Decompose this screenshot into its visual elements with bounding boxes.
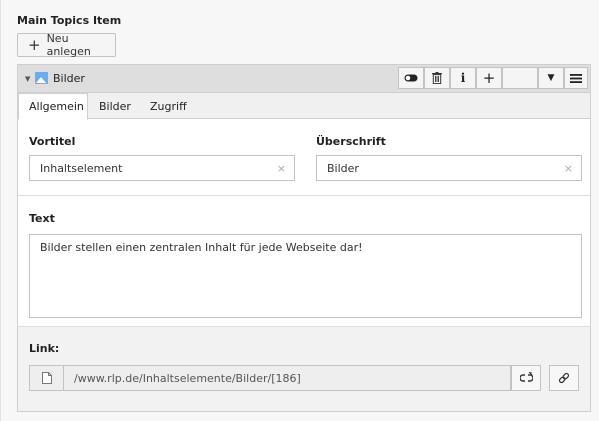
chevron-down-icon: ▼ (547, 73, 555, 83)
plus-icon: + (482, 69, 496, 87)
tab-bilder[interactable]: Bilder (89, 93, 141, 119)
new-item-button[interactable]: + Neu anlegen (17, 32, 116, 58)
text-label: Text (29, 212, 55, 225)
vortitel-label: Vortitel (29, 135, 76, 148)
ueberschrift-field[interactable]: Bilder × (316, 155, 582, 181)
clear-icon[interactable]: × (564, 162, 573, 175)
menu-button[interactable] (564, 67, 588, 89)
link-browser-button[interactable] (549, 365, 579, 391)
divider (18, 326, 590, 327)
trash-icon (432, 72, 442, 84)
section-title: Main Topics Item (17, 14, 122, 27)
move-handle[interactable] (502, 67, 538, 89)
panel-title: Bilder (53, 72, 85, 85)
toggle-icon (404, 74, 418, 82)
unlink-icon (519, 372, 533, 382)
panel-header[interactable]: ▼ Bilder i + ▼ (18, 65, 590, 93)
tab-zugriff[interactable]: Zugriff (140, 93, 197, 119)
info-button[interactable]: i (450, 67, 476, 89)
tab-bar: Allgemein Bilder Zugriff (18, 93, 590, 120)
delete-button[interactable] (424, 67, 450, 89)
link-field[interactable]: /www.rlp.de/Inhaltselemente/Bilder/[186] (29, 365, 511, 391)
visibility-toggle-button[interactable] (398, 67, 424, 89)
plus-icon: + (28, 35, 41, 54)
document-icon (41, 372, 52, 384)
page: Main Topics Item + Neu anlegen ▼ Bilder (0, 0, 599, 421)
link-section: Link: /www.rlp.de/Inhaltselemente/Bilder… (18, 326, 590, 411)
collapse-button[interactable]: ▼ (538, 67, 564, 89)
info-icon: i (460, 71, 466, 85)
link-label: Link: (29, 342, 60, 355)
vortitel-field[interactable]: Inhaltselement × (29, 155, 295, 181)
clear-icon[interactable]: × (277, 162, 286, 175)
ueberschrift-label: Überschrift (316, 135, 386, 148)
unlink-button[interactable] (511, 365, 541, 391)
image-icon (35, 72, 48, 84)
link-value: /www.rlp.de/Inhaltselemente/Bilder/[186] (74, 372, 301, 385)
ueberschrift-value: Bilder (327, 161, 359, 175)
add-button[interactable]: + (476, 67, 502, 89)
menu-icon (570, 73, 582, 83)
content-element-panel: ▼ Bilder i + ▼ Allgemein Bilder Zugriff … (17, 64, 591, 412)
document-cell (30, 366, 64, 390)
chevron-down-icon[interactable]: ▼ (25, 75, 30, 83)
tab-allgemein[interactable]: Allgemein (18, 93, 88, 120)
divider (18, 195, 590, 196)
text-area[interactable]: Bilder stellen einen zentralen Inhalt fü… (29, 234, 582, 318)
link-icon (558, 372, 570, 384)
vortitel-value: Inhaltselement (40, 161, 123, 175)
new-item-label: Neu anlegen (46, 32, 91, 58)
